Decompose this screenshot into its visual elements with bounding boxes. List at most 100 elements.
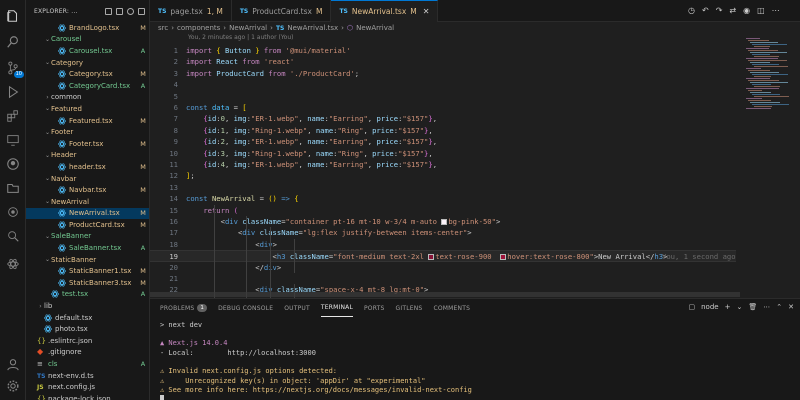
code-line[interactable]: 20 </div> xyxy=(150,262,736,273)
file-item[interactable]: {} .eslintrc.json xyxy=(26,335,149,347)
remote-explorer-icon[interactable] xyxy=(5,132,21,148)
code-line[interactable]: 3 import ProductCard from './ProductCard'… xyxy=(150,68,736,79)
code-line[interactable]: 17 <div className="lg:flex justify-betwe… xyxy=(150,227,736,238)
folder-item[interactable]: ⌄ StaticBanner xyxy=(26,254,149,266)
file-item[interactable]: Navbar.tsx M xyxy=(26,184,149,196)
code-line[interactable]: 12]; xyxy=(150,170,736,181)
folder-item[interactable]: ⌄ Footer xyxy=(26,126,149,138)
panel-tab-debug-console[interactable]: DEBUG CONSOLE xyxy=(218,299,273,317)
tab-page-tsx[interactable]: TS page.tsx 1, M xyxy=(150,0,232,22)
folder-item[interactable]: ⌄ Navbar xyxy=(26,173,149,185)
folder-item[interactable]: ⌄ Category xyxy=(26,57,149,69)
file-item[interactable]: Featured.tsx M xyxy=(26,115,149,127)
file-item[interactable]: JS next.config.js xyxy=(26,381,149,393)
file-item[interactable]: header.tsx M xyxy=(26,161,149,173)
code-line[interactable]: 9 {id:2, img:"ER-1.webp", name:"Earring"… xyxy=(150,136,736,147)
file-item[interactable]: StaticBanner1.tsx M xyxy=(26,265,149,277)
code-line[interactable]: 7 {id:0, img:"ER-1.webp", name:"Earring"… xyxy=(150,113,736,124)
file-item[interactable]: ≡ cls A xyxy=(26,358,149,370)
code-line[interactable]: 19 <h3 className="font-medium text-2xl t… xyxy=(150,250,736,262)
run-debug-icon[interactable] xyxy=(5,84,21,100)
source-control-icon[interactable]: 10 xyxy=(5,60,24,78)
code-line[interactable]: 1 import { Button } from '@mui/material' xyxy=(150,45,736,56)
accounts-search-icon[interactable] xyxy=(5,228,21,244)
code-line[interactable]: 6 const data = [ xyxy=(150,102,736,113)
panel-tab-gitlens[interactable]: GITLENS xyxy=(396,299,423,317)
folder-item[interactable]: › common xyxy=(26,92,149,104)
split-terminal-chevron-icon[interactable]: ⌄ xyxy=(736,303,742,311)
panel-tab-ports[interactable]: PORTS xyxy=(364,299,385,317)
code-line[interactable]: 5 xyxy=(150,91,736,102)
code-line[interactable]: 11 {id:4, img:"ER-1.webp", name:"Earring… xyxy=(150,159,736,170)
breadcrumb-folder[interactable]: NewArrival xyxy=(229,24,267,32)
file-item[interactable]: CategoryCard.tsx A xyxy=(26,80,149,92)
tab-productcard-tsx[interactable]: TS ProductCard.tsx M xyxy=(232,0,332,22)
new-file-icon[interactable] xyxy=(105,7,112,15)
shell-label[interactable]: node xyxy=(701,303,718,311)
close-tab-icon[interactable]: ✕ xyxy=(423,7,430,16)
close-panel-icon[interactable]: ✕ xyxy=(788,303,794,311)
refresh-icon[interactable] xyxy=(127,7,134,15)
breadcrumb-src[interactable]: src xyxy=(158,24,168,32)
open-changes-icon[interactable]: ◉ xyxy=(743,6,750,15)
account-icon[interactable] xyxy=(5,356,21,372)
codelens-blame[interactable]: You, 2 minutes ago | 1 author (You) xyxy=(188,34,294,43)
file-item[interactable]: Carousel.tsx A xyxy=(26,45,149,57)
timeline-icon[interactable]: ◷ xyxy=(688,6,695,15)
file-item[interactable]: TS next-env.d.ts xyxy=(26,370,149,382)
horizontal-scrollbar[interactable] xyxy=(150,292,740,297)
folder-item[interactable]: ⌄ NewArrival xyxy=(26,196,149,208)
files-icon[interactable] xyxy=(5,8,21,24)
terminal-output[interactable]: > next dev ▲ Next.js 14.0.4 - Local: htt… xyxy=(160,321,472,400)
file-item[interactable]: ◆ .gitignore xyxy=(26,347,149,359)
search-icon[interactable] xyxy=(5,34,21,50)
more-actions-icon[interactable]: ⋯ xyxy=(772,6,780,15)
code-line[interactable]: 13 xyxy=(150,182,736,193)
folder-item[interactable]: › lib xyxy=(26,300,149,312)
gitlens-icon[interactable] xyxy=(5,204,21,220)
split-editor-icon[interactable]: ◫ xyxy=(757,6,765,15)
tab-newarrival-tsx[interactable]: TS NewArrival.tsx M ✕ xyxy=(331,0,439,22)
panel-tab-output[interactable]: OUTPUT xyxy=(284,299,310,317)
settings-gear-icon[interactable] xyxy=(5,378,21,394)
file-item[interactable]: Footer.tsx M xyxy=(26,138,149,150)
folder-icon[interactable] xyxy=(5,180,21,196)
breadcrumb-symbol[interactable]: NewArrival xyxy=(356,24,394,32)
file-item[interactable]: photo.tsx xyxy=(26,323,149,335)
panel-tab-problems[interactable]: PROBLEMS 1 xyxy=(160,299,208,317)
maximize-panel-icon[interactable]: ⌃ xyxy=(776,303,782,311)
code-editor[interactable]: You, 2 minutes ago | 1 author (You) 1 imp… xyxy=(150,34,736,298)
code-line[interactable]: 10 {id:3, img:"Ring-1.webp", name:"Ring"… xyxy=(150,148,736,159)
add-terminal-icon[interactable]: + xyxy=(725,303,731,311)
code-line[interactable]: 8 {id:1, img:"Ring-1.webp", name:"Ring",… xyxy=(150,125,736,136)
file-item[interactable]: BrandLogo.tsx M xyxy=(26,22,149,34)
folder-item[interactable]: ⌄ Header xyxy=(26,150,149,162)
folder-item[interactable]: ⌄ Carousel xyxy=(26,34,149,46)
file-item[interactable]: test.tsx A xyxy=(26,289,149,301)
code-line[interactable]: 14 const NewArrival = () => { xyxy=(150,193,736,204)
collapse-all-icon[interactable] xyxy=(138,7,145,15)
panel-tab-comments[interactable]: COMMENTS xyxy=(433,299,470,317)
file-item[interactable]: Category.tsx M xyxy=(26,68,149,80)
compare-icon[interactable]: ⇄ xyxy=(729,6,736,15)
code-line[interactable]: 4 xyxy=(150,79,736,90)
code-line[interactable]: 15 return ( xyxy=(150,205,736,216)
panel-tab-terminal[interactable]: TERMINAL xyxy=(320,299,353,317)
file-item[interactable]: {} package-lock.json xyxy=(26,393,149,400)
extensions-icon[interactable] xyxy=(5,108,21,124)
file-item[interactable]: default.tsx xyxy=(26,312,149,324)
file-item[interactable]: SaleBanner.tsx A xyxy=(26,242,149,254)
go-forward-icon[interactable]: ↷ xyxy=(716,6,723,15)
code-line[interactable]: 2 import React from 'react' xyxy=(150,56,736,67)
breadcrumb-file[interactable]: NewArrival.tsx xyxy=(287,24,338,32)
code-line[interactable]: 18 <div> xyxy=(150,239,736,250)
file-item[interactable]: StaticBanner3.tsx M xyxy=(26,277,149,289)
kill-terminal-icon[interactable]: 🗑 xyxy=(748,303,757,311)
github-icon[interactable] xyxy=(5,156,21,172)
folder-item[interactable]: ⌄ SaleBanner xyxy=(26,231,149,243)
file-item[interactable]: NewArrival.tsx M xyxy=(26,207,149,220)
breadcrumb-components[interactable]: components xyxy=(177,24,220,32)
react-devtools-icon[interactable] xyxy=(5,256,21,272)
code-line[interactable]: 21 xyxy=(150,273,736,284)
file-item[interactable]: ProductCard.tsx M xyxy=(26,219,149,231)
